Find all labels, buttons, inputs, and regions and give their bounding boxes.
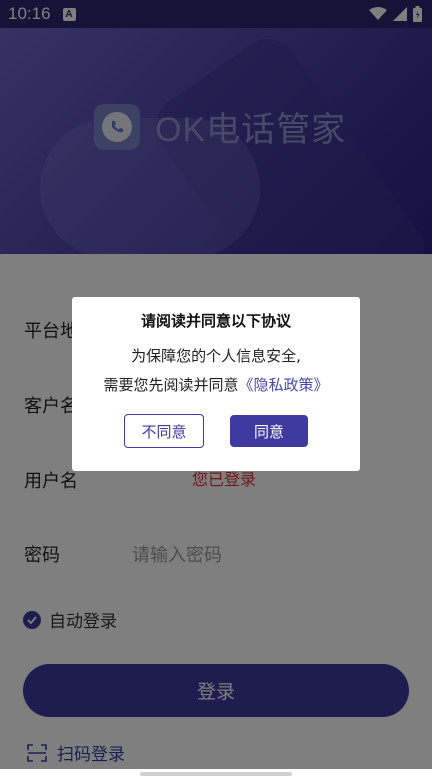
home-indicator (0, 762, 432, 776)
privacy-policy-link[interactable]: 《隐私政策》 (239, 376, 329, 394)
disagree-button[interactable]: 不同意 (124, 414, 204, 448)
dialog-buttons: 不同意 同意 (72, 414, 360, 448)
dialog-message-line1: 为保障您的个人信息安全, (131, 347, 301, 365)
dialog-message-prefix: 需要您先阅读并同意 (103, 376, 239, 394)
dialog-title: 请阅读并同意以下协议 (140, 312, 291, 330)
dialog-message-line2: 需要您先阅读并同意《隐私政策》 (72, 374, 360, 395)
agree-button[interactable]: 同意 (230, 415, 308, 447)
privacy-dialog: 请阅读并同意以下协议 为保障您的个人信息安全, 需要您先阅读并同意《隐私政策》 … (72, 297, 360, 471)
